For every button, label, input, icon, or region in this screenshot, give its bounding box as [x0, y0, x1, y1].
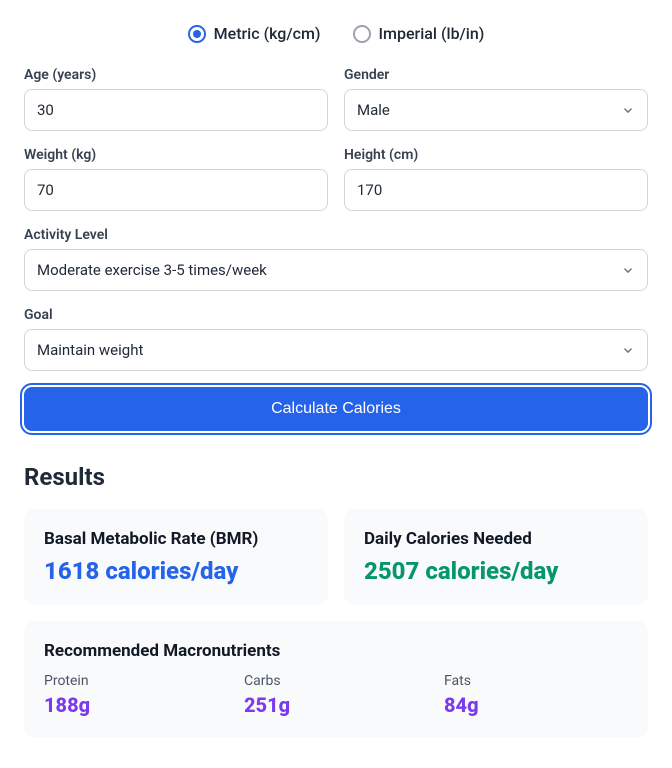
protein-label: Protein: [44, 673, 228, 689]
goal-label: Goal: [24, 307, 648, 323]
daily-title: Daily Calories Needed: [364, 529, 628, 549]
goal-field: Goal Maintain weight: [24, 307, 648, 371]
chevron-down-icon: [621, 343, 635, 357]
age-label: Age (years): [24, 67, 328, 83]
activity-label: Activity Level: [24, 227, 648, 243]
height-field: Height (cm) 170: [344, 147, 648, 211]
macros-card: Recommended Macronutrients Protein 188g …: [24, 621, 648, 737]
bmr-title: Basal Metabolic Rate (BMR): [44, 529, 308, 549]
weight-field: Weight (kg) 70: [24, 147, 328, 211]
height-input[interactable]: 170: [344, 169, 648, 211]
bmr-value: 1618 calories/day: [44, 557, 308, 585]
goal-select[interactable]: Maintain weight: [24, 329, 648, 371]
protein-value: 188g: [44, 693, 228, 717]
fats-value: 84g: [444, 693, 628, 717]
daily-calories-card: Daily Calories Needed 2507 calories/day: [344, 509, 648, 605]
weight-input[interactable]: 70: [24, 169, 328, 211]
calculate-button[interactable]: Calculate Calories: [24, 387, 648, 431]
macros-title: Recommended Macronutrients: [44, 641, 628, 661]
unit-metric-radio[interactable]: Metric (kg/cm): [188, 24, 321, 43]
radio-unchecked-icon: [353, 25, 371, 43]
results-heading: Results: [24, 463, 648, 491]
activity-field: Activity Level Moderate exercise 3-5 tim…: [24, 227, 648, 291]
weight-label: Weight (kg): [24, 147, 328, 163]
bmr-card: Basal Metabolic Rate (BMR) 1618 calories…: [24, 509, 328, 605]
unit-toggle: Metric (kg/cm) Imperial (lb/in): [24, 24, 648, 43]
carbs-block: Carbs 251g: [244, 673, 428, 717]
gender-select[interactable]: Male: [344, 89, 648, 131]
unit-metric-label: Metric (kg/cm): [214, 24, 321, 43]
protein-block: Protein 188g: [44, 673, 228, 717]
carbs-value: 251g: [244, 693, 428, 717]
fats-label: Fats: [444, 673, 628, 689]
radio-checked-icon: [188, 25, 206, 43]
fats-block: Fats 84g: [444, 673, 628, 717]
gender-label: Gender: [344, 67, 648, 83]
daily-value: 2507 calories/day: [364, 557, 628, 585]
carbs-label: Carbs: [244, 673, 428, 689]
chevron-down-icon: [621, 103, 635, 117]
activity-select[interactable]: Moderate exercise 3-5 times/week: [24, 249, 648, 291]
unit-imperial-label: Imperial (lb/in): [379, 24, 485, 43]
chevron-down-icon: [621, 263, 635, 277]
gender-field: Gender Male: [344, 67, 648, 131]
unit-imperial-radio[interactable]: Imperial (lb/in): [353, 24, 485, 43]
age-input[interactable]: 30: [24, 89, 328, 131]
height-label: Height (cm): [344, 147, 648, 163]
age-field: Age (years) 30: [24, 67, 328, 131]
